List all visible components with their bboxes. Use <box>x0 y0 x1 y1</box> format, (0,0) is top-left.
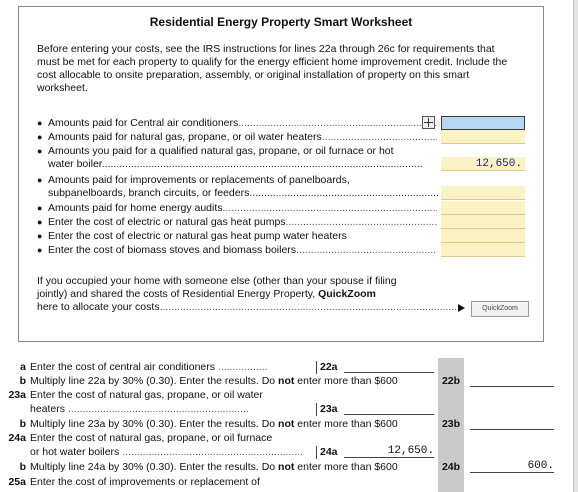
line-23a-amount[interactable] <box>344 402 434 415</box>
line-24b: b Multiply line 24a by 30% (0.30). Enter … <box>19 461 398 473</box>
heat-pumps-field[interactable] <box>441 215 525 229</box>
item-central-ac: ● Amounts paid for Central air conditione… <box>37 117 437 129</box>
panelboards-field[interactable] <box>441 186 525 200</box>
bullet-icon: ● <box>37 203 43 213</box>
bullet-icon: ● <box>37 175 43 185</box>
shared-costs-note: If you occupied your home with someone e… <box>37 275 457 313</box>
separator <box>316 446 317 459</box>
item-biomass: ● Enter the cost of biomass stoves and bi… <box>37 244 437 256</box>
item-heat-pumps: ● Enter the cost of electric or natural g… <box>37 216 437 228</box>
bullet-icon: ● <box>37 118 43 128</box>
item-panelboards: ● Amounts paid for improvements or replac… <box>37 174 350 186</box>
heat-pump-water-heaters-field[interactable] <box>441 229 525 243</box>
item-panelboards-cont: subpanelboards, branch circuits, or feed… <box>48 187 438 199</box>
furnace-field[interactable]: 12,650. <box>441 157 525 171</box>
bullet-icon: ● <box>37 245 43 255</box>
separator <box>316 403 317 416</box>
bullet-icon: ● <box>37 231 43 241</box>
item-water-heaters: ● Amounts paid for natural gas, propane, … <box>37 131 437 143</box>
item-furnace-cont: water boiler............................… <box>48 158 423 170</box>
bullet-icon: ● <box>37 132 43 142</box>
water-heaters-field[interactable] <box>441 130 525 144</box>
line-22b: b Multiply line 22a by 30% (0.30). Enter … <box>19 375 398 387</box>
bullet-icon: ● <box>37 217 43 227</box>
add-detail-icon[interactable] <box>422 116 435 129</box>
item-furnace: ● Amounts you paid for a qualified natura… <box>37 145 394 157</box>
line-tag-24b: 24b <box>441 461 461 473</box>
worksheet-intro: Before entering your costs, see the IRS … <box>37 43 508 94</box>
arrow-right-icon <box>458 304 465 312</box>
item-energy-audits: ● Amounts paid for home energy audits....… <box>37 202 437 214</box>
bullet-icon: ● <box>37 146 43 156</box>
line-23a: 23a Enter the cost of natural gas, propan… <box>8 389 263 401</box>
central-ac-field[interactable] <box>441 116 525 130</box>
line-tag-22a: 22a <box>320 361 338 373</box>
line-22b-amount[interactable] <box>470 374 554 387</box>
line-23b: b Multiply line 23a by 30% (0.30). Enter … <box>19 418 398 430</box>
item-heat-pump-water-heaters: ● Enter the cost of electric or natural g… <box>37 230 347 242</box>
biomass-field[interactable] <box>441 243 525 257</box>
line-tag-24a: 24a <box>320 446 338 458</box>
worksheet-title: Residential Energy Property Smart Worksh… <box>149 15 413 29</box>
scrollbar-edge[interactable] <box>573 0 578 492</box>
energy-audits-field[interactable] <box>441 201 525 215</box>
smart-worksheet: Residential Energy Property Smart Worksh… <box>18 6 544 342</box>
line-23b-amount[interactable] <box>470 417 554 430</box>
line-tag-22b: 22b <box>441 375 461 387</box>
line-tag-23a: 23a <box>320 403 338 415</box>
quickzoom-link[interactable]: QuickZoom <box>318 288 376 300</box>
line-24b-amount[interactable]: 600. <box>470 460 554 473</box>
line-22a-amount[interactable] <box>344 360 434 373</box>
quickzoom-button[interactable]: QuickZoom <box>471 301 529 317</box>
line-24a: 24a Enter the cost of natural gas, propan… <box>8 432 273 444</box>
separator <box>316 361 317 374</box>
line-tag-23b: 23b <box>441 418 461 430</box>
line-24a-amount[interactable]: 12,650. <box>344 445 434 458</box>
line-25a: 25a Enter the cost of improvements or rep… <box>8 476 260 488</box>
